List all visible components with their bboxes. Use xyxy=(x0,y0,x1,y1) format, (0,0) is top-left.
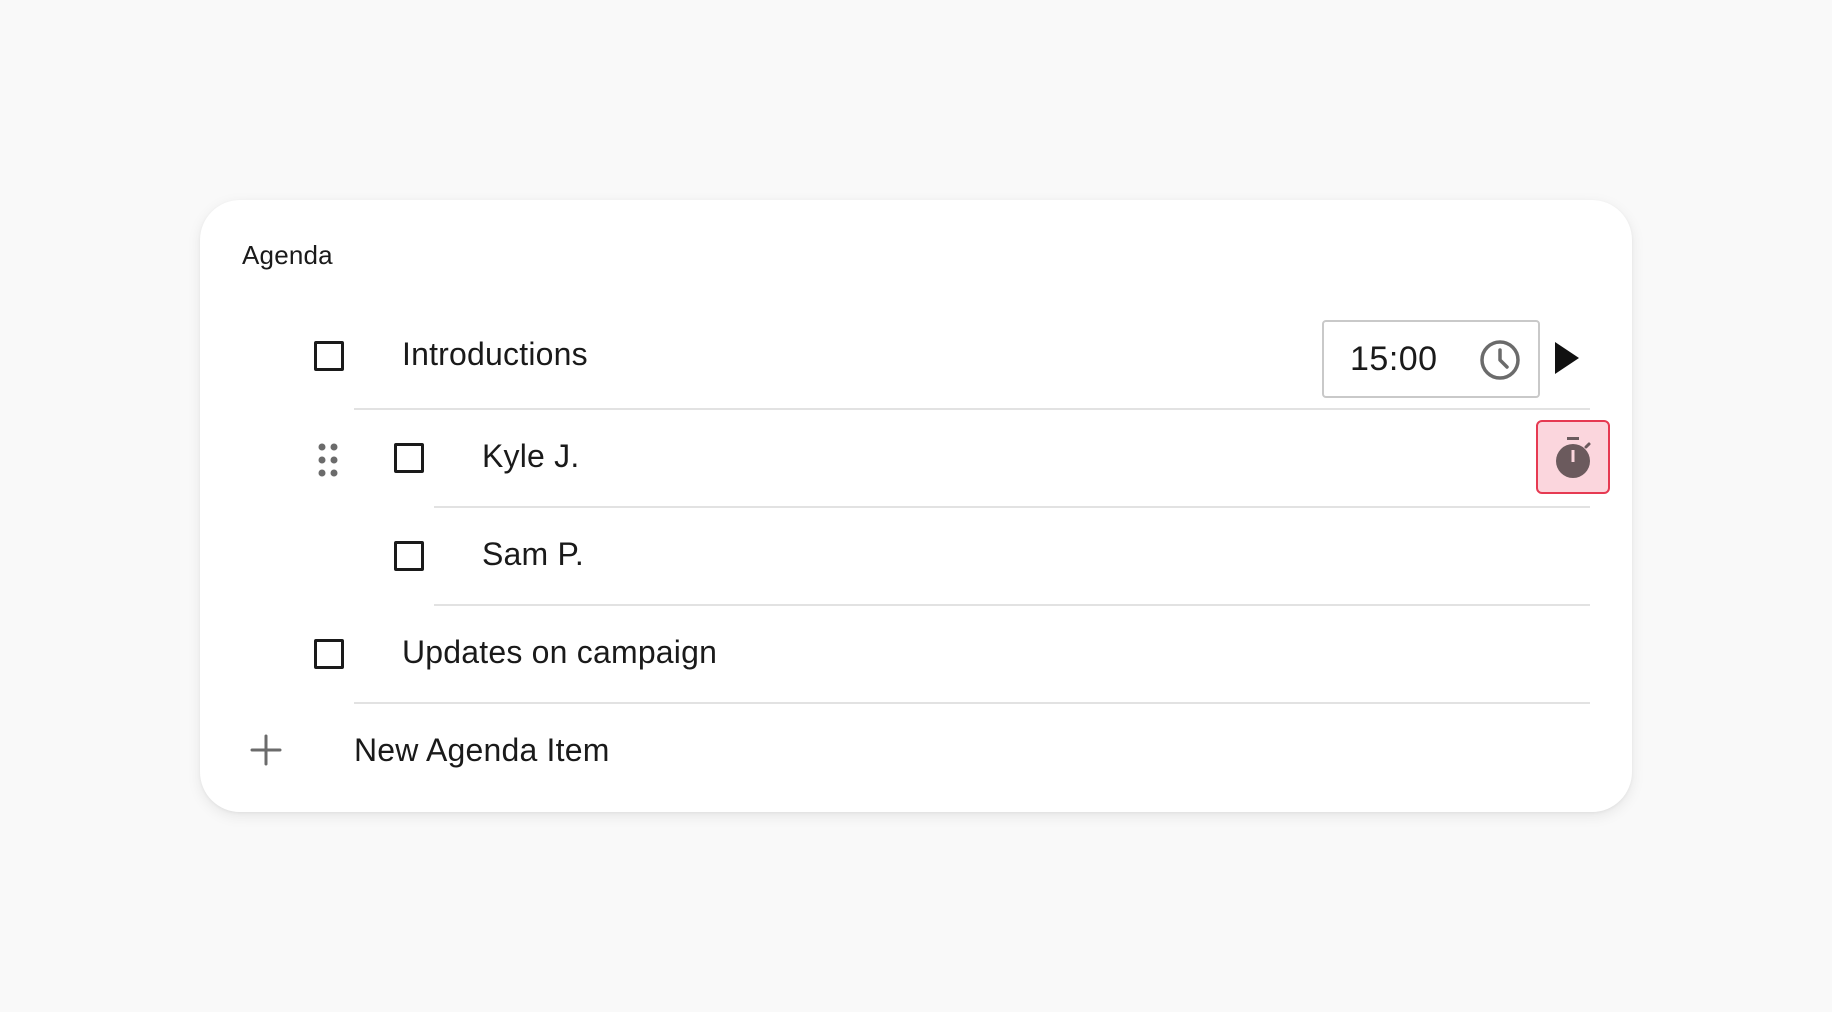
divider xyxy=(434,604,1590,606)
duration-time-field[interactable]: 15:00 xyxy=(1322,320,1540,398)
agenda-card: Agenda Introductions 15:00 Kyle J. Sam P… xyxy=(200,200,1632,812)
agenda-title: Agenda xyxy=(242,240,333,270)
timer-button[interactable] xyxy=(1536,420,1610,494)
stopwatch-icon xyxy=(1556,437,1591,478)
agenda-item-label[interactable]: Introductions xyxy=(402,336,588,373)
play-icon[interactable] xyxy=(1552,340,1582,376)
drag-handle-icon[interactable] xyxy=(316,442,340,478)
introductions-checkbox[interactable] xyxy=(314,341,344,371)
plus-icon[interactable] xyxy=(250,734,282,766)
new-agenda-item-button[interactable]: New Agenda Item xyxy=(354,732,610,769)
agenda-subitem-label[interactable]: Kyle J. xyxy=(482,438,579,475)
duration-value[interactable]: 15:00 xyxy=(1350,340,1438,379)
clock-icon[interactable] xyxy=(1478,338,1522,382)
agenda-subitem-label[interactable]: Sam P. xyxy=(482,536,584,573)
kyle-checkbox[interactable] xyxy=(394,443,424,473)
divider xyxy=(354,408,1590,410)
divider xyxy=(434,506,1590,508)
sam-checkbox[interactable] xyxy=(394,541,424,571)
updates-checkbox[interactable] xyxy=(314,639,344,669)
divider xyxy=(354,702,1590,704)
agenda-item-label[interactable]: Updates on campaign xyxy=(402,634,717,671)
